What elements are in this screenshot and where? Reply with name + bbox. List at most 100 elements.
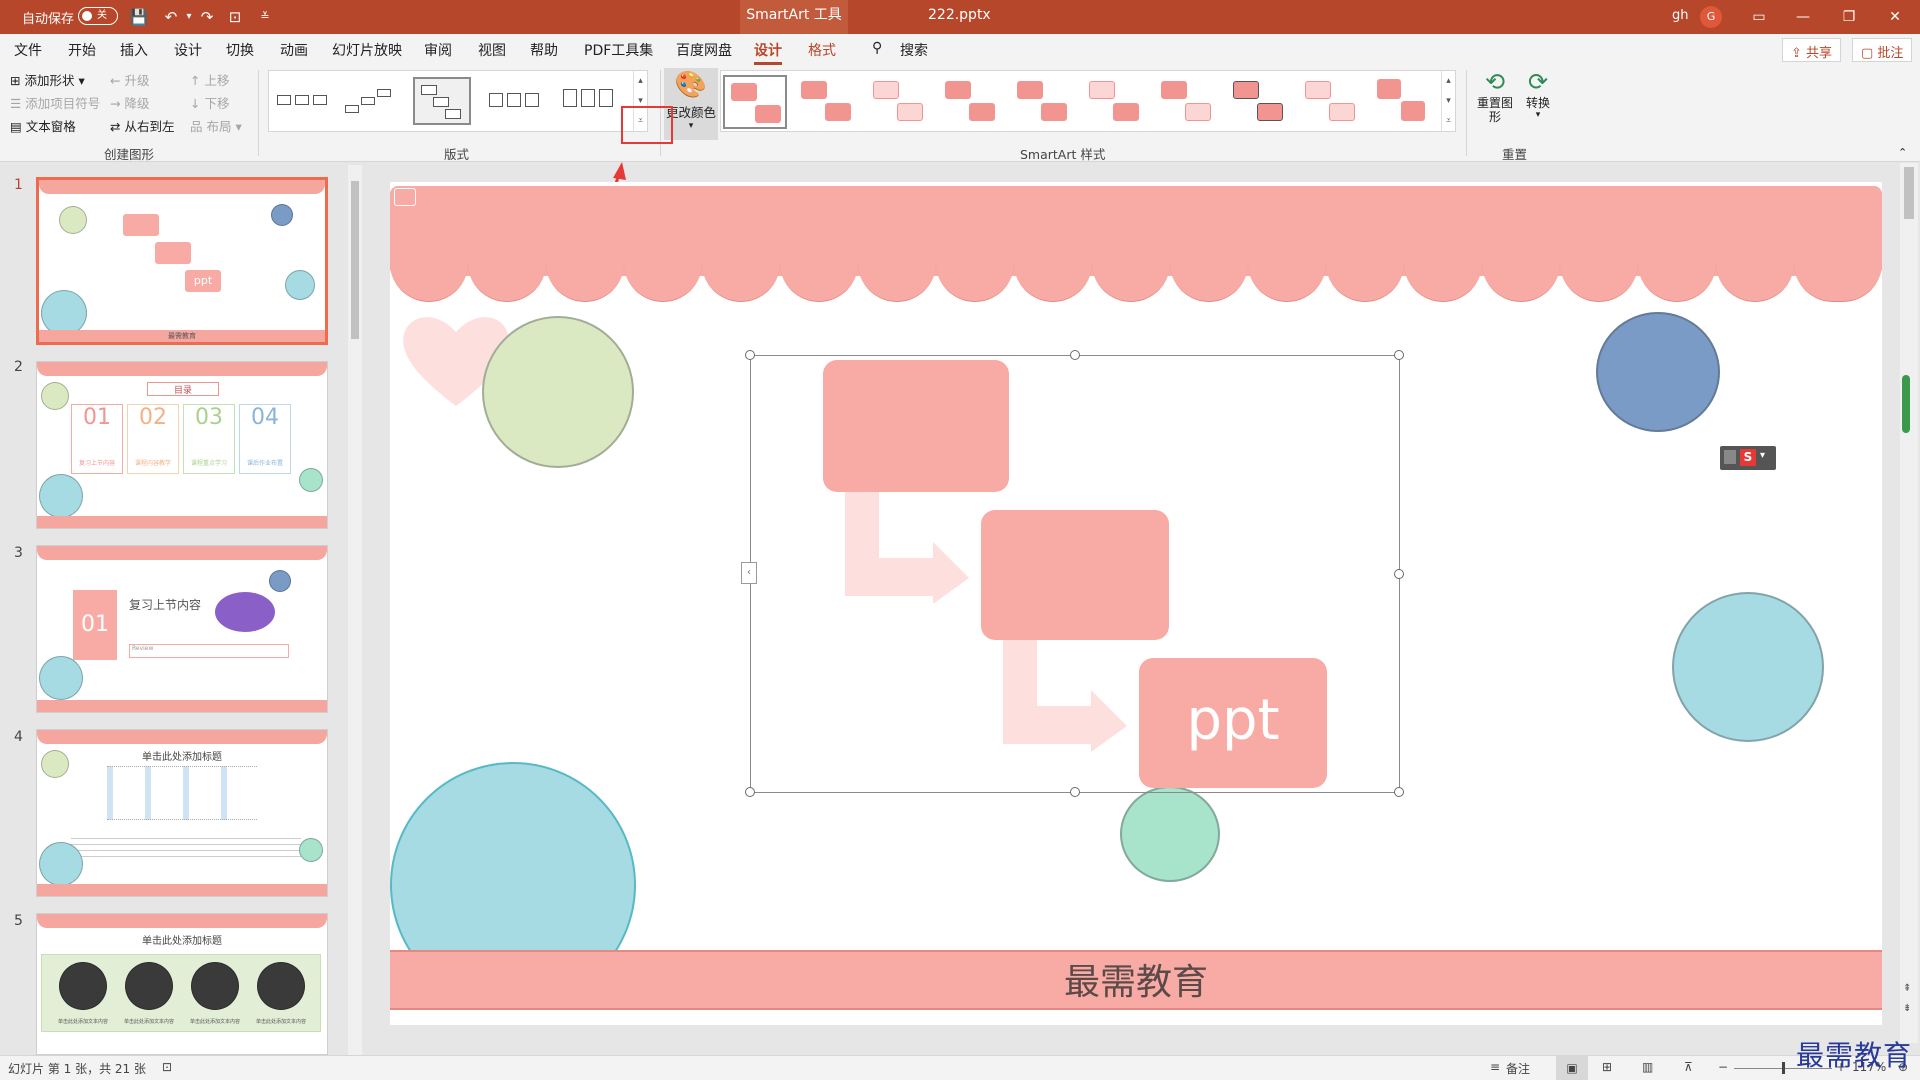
customize-icon[interactable]: ≚ — [254, 6, 276, 28]
thumbnail-scrollbar-thumb[interactable] — [351, 181, 359, 339]
add-shape-button[interactable]: ⊞ 添加形状 ▾ — [10, 70, 85, 89]
gallery-scroll-up-icon[interactable]: ▴ — [633, 71, 647, 91]
layout-option-selected[interactable] — [413, 77, 471, 125]
restore-icon[interactable]: ❐ — [1834, 4, 1864, 30]
reset-graphic-button[interactable]: ⟲ 重置图形 — [1474, 68, 1516, 124]
tab-view[interactable]: 视图 — [478, 40, 506, 60]
search-label[interactable]: 搜索 — [900, 40, 928, 60]
comment-icon[interactable] — [394, 188, 416, 206]
accessibility-icon[interactable]: ⊡ — [162, 1060, 172, 1074]
tab-baidu-netdisk[interactable]: 百度网盘 — [676, 40, 732, 60]
slide-thumbnail-5[interactable]: 单击此处添加标题 单击此处添加文本内容 单击此处添加文本内容 单击此处添加文本内… — [36, 913, 328, 1055]
styles-more-icon[interactable]: ⩡ — [1441, 111, 1455, 131]
resize-handle[interactable] — [745, 350, 755, 360]
minimize-icon[interactable]: — — [1788, 4, 1818, 30]
reading-view-icon[interactable]: ▥ — [1642, 1060, 1653, 1074]
smartart-shape-2[interactable] — [981, 510, 1169, 640]
promote-button[interactable]: ← 升级 — [110, 70, 149, 89]
tab-file[interactable]: 文件 — [14, 40, 42, 60]
present-icon[interactable]: ⊡ — [224, 6, 246, 28]
style-option-selected[interactable] — [723, 75, 787, 129]
text-pane-button[interactable]: ▤ 文本窗格 — [10, 116, 76, 135]
tab-slideshow[interactable]: 幻灯片放映 — [332, 40, 402, 60]
move-up-button[interactable]: ↑ 上移 — [190, 70, 229, 89]
slide-thumbnail-2[interactable]: 目录 01 02 03 04 复习上节内容 课程内容教学 课程重点学习 课后作业… — [36, 361, 328, 529]
style-option[interactable] — [867, 75, 931, 129]
layout-option[interactable] — [559, 77, 617, 125]
styles-scroll-down-icon[interactable]: ▾ — [1441, 91, 1455, 111]
right-to-left-button[interactable]: ⇄ 从右到左 — [110, 116, 174, 135]
tab-review[interactable]: 审阅 — [424, 40, 452, 60]
close-icon[interactable]: ✕ — [1880, 4, 1910, 30]
slide-canvas[interactable]: S ▾ ‹ ppt 最需教育 — [390, 182, 1882, 1025]
notes-icon[interactable]: ≡ — [1490, 1060, 1500, 1074]
slide-thumbnail-4[interactable]: 单击此处添加标题 — [36, 729, 328, 897]
move-down-button[interactable]: ↓ 下移 — [190, 93, 229, 112]
collapse-ribbon-icon[interactable]: ⌃ — [1898, 146, 1907, 159]
comments-button[interactable]: ▢ 批注 — [1852, 38, 1913, 62]
resize-handle[interactable] — [1394, 569, 1404, 579]
zoom-out-icon[interactable]: − — [1718, 1060, 1728, 1074]
smartart-shape-1[interactable] — [823, 360, 1009, 492]
bottom-banner-text[interactable]: 最需教育 — [390, 952, 1882, 1012]
style-option[interactable] — [795, 75, 859, 129]
tab-help[interactable]: 帮助 — [530, 40, 558, 60]
editor-scrollbar[interactable]: ⇞ ⇟ — [1900, 163, 1918, 1043]
style-option[interactable] — [1227, 75, 1291, 129]
wps-icon[interactable]: S — [1740, 449, 1756, 466]
text-pane-toggle-icon[interactable]: ‹ — [741, 562, 757, 584]
layout-option[interactable] — [341, 77, 399, 125]
resize-handle[interactable] — [745, 787, 755, 797]
convert-button[interactable]: ⟳ 转换 ▾ — [1518, 68, 1558, 120]
zoom-slider-thumb[interactable] — [1782, 1062, 1785, 1074]
slideshow-icon[interactable]: ⊼ — [1684, 1060, 1693, 1074]
ribbon-display-icon[interactable]: ▭ — [1744, 4, 1774, 30]
editor-scrollbar-thumb[interactable] — [1904, 167, 1914, 219]
thumbnail-scrollbar[interactable] — [348, 165, 362, 1055]
resize-handle[interactable] — [1394, 350, 1404, 360]
layout-button[interactable]: 品 布局 ▾ — [190, 116, 242, 135]
layout-option[interactable] — [485, 77, 543, 125]
chevron-down-icon[interactable]: ▾ — [1760, 450, 1765, 461]
tab-home[interactable]: 开始 — [68, 40, 96, 60]
normal-view-icon[interactable]: ▣ — [1556, 1056, 1588, 1080]
style-option[interactable] — [1083, 75, 1147, 129]
notes-button[interactable]: 备注 — [1506, 1060, 1530, 1077]
tab-pdf-tools[interactable]: PDF工具集 — [584, 40, 653, 60]
previous-slide-icon[interactable]: ⇞ — [1903, 983, 1911, 994]
add-bullet-button[interactable]: ☰ 添加项目符号 — [10, 93, 100, 112]
tab-format[interactable]: 格式 — [808, 40, 836, 60]
tab-smartart-design[interactable]: 设计 — [754, 40, 782, 65]
tab-design[interactable]: 设计 — [174, 40, 202, 60]
next-slide-icon[interactable]: ⇟ — [1903, 1003, 1911, 1014]
floating-toolbar[interactable]: S ▾ — [1720, 446, 1776, 470]
autosave-toggle[interactable]: 关 — [78, 7, 118, 25]
share-button[interactable]: ⇪ 共享 — [1782, 38, 1842, 62]
style-option[interactable] — [939, 75, 1003, 129]
tab-insert[interactable]: 插入 — [120, 40, 148, 60]
style-option[interactable] — [1011, 75, 1075, 129]
tab-transitions[interactable]: 切换 — [226, 40, 254, 60]
smartart-selection-frame[interactable]: ‹ ppt — [741, 350, 1404, 797]
style-shape — [1257, 103, 1283, 121]
slide-thumbnail-3[interactable]: 01 复习上节内容 Review — [36, 545, 328, 713]
slide-thumbnail-1[interactable]: ppt 最需教育 — [36, 177, 328, 345]
user-name[interactable]: gh — [1672, 8, 1689, 23]
save-icon[interactable]: 💾 — [128, 6, 150, 28]
tab-animations[interactable]: 动画 — [280, 40, 308, 60]
styles-scroll-up-icon[interactable]: ▴ — [1441, 71, 1455, 91]
search-icon[interactable]: ⚲ — [872, 40, 882, 56]
layout-option[interactable] — [273, 77, 331, 125]
resize-handle[interactable] — [1070, 787, 1080, 797]
resize-handle[interactable] — [1070, 350, 1080, 360]
avatar[interactable]: G — [1700, 6, 1722, 28]
style-option[interactable] — [1299, 75, 1363, 129]
demote-button[interactable]: → 降级 — [110, 93, 149, 112]
slide-sorter-icon[interactable]: ⊞ — [1602, 1060, 1612, 1074]
smartart-shape-3[interactable]: ppt — [1139, 658, 1327, 788]
style-option[interactable] — [1371, 75, 1435, 129]
style-option[interactable] — [1155, 75, 1219, 129]
thumb-title: 目录 — [147, 382, 219, 396]
redo-icon[interactable]: ↷ — [196, 6, 218, 28]
resize-handle[interactable] — [1394, 787, 1404, 797]
